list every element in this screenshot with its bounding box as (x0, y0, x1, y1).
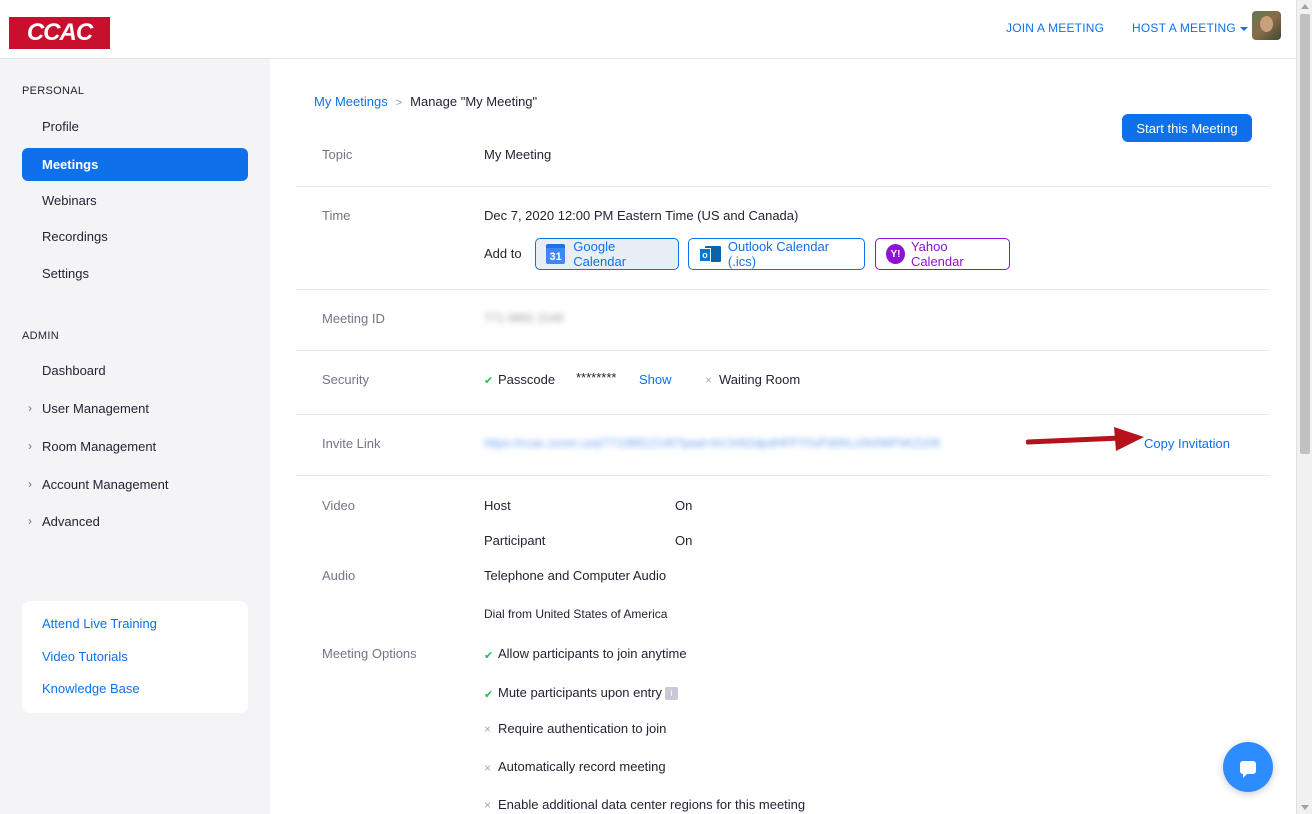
outlook-icon-text: o (699, 248, 711, 262)
passcode-value: ******** (576, 370, 617, 385)
host-video-label: Host (484, 498, 511, 513)
show-passcode-link[interactable]: Show (639, 372, 672, 387)
sidebar-item-label: Room Management (42, 439, 157, 454)
check-icon: ✔ (484, 650, 494, 662)
topic-label: Topic (322, 147, 353, 162)
breadcrumb-separator: > (395, 97, 403, 109)
audio-value: Telephone and Computer Audio (484, 568, 667, 583)
option-mute-on-entry: Mute participants upon entry i (498, 685, 679, 701)
main-content: My Meetings > Manage "My Meeting" Start th… (270, 59, 1296, 814)
sidebar-item-room-management[interactable]: › Room Management (22, 430, 248, 463)
yahoo-calendar-button[interactable]: Y! Yahoo Calendar (875, 238, 1010, 270)
option-require-auth: Require authentication to join (498, 721, 667, 736)
close-icon: × (705, 373, 713, 387)
attend-live-training-link[interactable]: Attend Live Training (42, 616, 157, 631)
invite-link-url[interactable]: https://ccac.zoom.us/j/77108912140?pwd=b… (484, 436, 940, 450)
section-label-admin: ADMIN (22, 330, 59, 342)
avatar[interactable] (1252, 11, 1281, 40)
option-data-center-regions: Enable additional data center regions fo… (498, 797, 806, 812)
sidebar-item-advanced[interactable]: › Advanced (22, 505, 248, 538)
passcode-label: Passcode (498, 372, 556, 387)
participant-video-value: On (675, 533, 693, 548)
breadcrumb-my-meetings[interactable]: My Meetings (314, 94, 388, 109)
meeting-id-label: Meeting ID (322, 311, 385, 326)
start-meeting-button[interactable]: Start this Meeting (1122, 114, 1252, 142)
red-arrow-annotation (1026, 427, 1144, 451)
sidebar-item-account-management[interactable]: › Account Management (22, 468, 248, 501)
close-icon: × (484, 761, 492, 775)
sidebar-item-dashboard[interactable]: Dashboard (22, 354, 248, 387)
outlook-calendar-label: Outlook Calendar (.ics) (727, 239, 830, 269)
sidebar-item-webinars[interactable]: Webinars (22, 184, 248, 217)
option-join-anytime: Allow participants to join anytime (498, 646, 687, 661)
scroll-down-arrow-icon[interactable] (1301, 805, 1309, 810)
google-calendar-button[interactable]: 31 Google Calendar (535, 238, 679, 270)
chevron-down-icon (1239, 26, 1248, 31)
chevron-right-icon: › (28, 514, 32, 528)
copy-invitation-link[interactable]: Copy Invitation (1144, 436, 1230, 451)
dial-from-text: Dial from United States of America (484, 607, 668, 621)
host-video-value: On (675, 498, 693, 513)
google-calendar-label: Google Calendar (573, 239, 627, 269)
host-meeting-label: HOST A MEETING (1132, 21, 1236, 35)
yahoo-icon: Y! (886, 244, 905, 264)
sidebar-item-settings[interactable]: Settings (22, 257, 248, 290)
chat-button[interactable] (1223, 742, 1273, 792)
waiting-room-label: Waiting Room (719, 372, 801, 387)
divider (296, 289, 1270, 290)
divider (296, 414, 1270, 415)
sidebar: PERSONAL Profile Meetings Webinars Recor… (0, 59, 270, 814)
close-icon: × (484, 798, 492, 812)
sidebar-item-meetings[interactable]: Meetings (22, 148, 248, 181)
divider (296, 350, 1270, 351)
topic-value: My Meeting (484, 147, 552, 162)
participant-video-label: Participant (484, 533, 546, 548)
video-label: Video (322, 498, 356, 513)
invite-link-label: Invite Link (322, 436, 381, 451)
info-icon[interactable]: i (665, 687, 679, 701)
host-meeting-link[interactable]: HOST A MEETING (1132, 21, 1248, 35)
breadcrumb-current: Manage "My Meeting" (410, 94, 538, 109)
chevron-right-icon: › (28, 401, 32, 415)
check-icon: ✔ (484, 375, 494, 387)
sidebar-item-label: Advanced (42, 514, 100, 529)
sidebar-item-label: Account Management (42, 477, 169, 492)
time-value: Dec 7, 2020 12:00 PM Eastern Time (US an… (484, 208, 799, 223)
top-header: CCAC JOIN A MEETING HOST A MEETING (0, 0, 1296, 59)
outlook-icon: o (699, 244, 721, 264)
sidebar-item-profile[interactable]: Profile (22, 110, 248, 143)
chevron-right-icon: › (28, 439, 32, 453)
close-icon: × (484, 722, 492, 736)
sidebar-item-user-management[interactable]: › User Management (22, 392, 248, 425)
meeting-id-value: 771 0891 2140 (484, 311, 565, 325)
option-mute-label: Mute participants upon entry (498, 685, 663, 700)
time-label: Time (322, 208, 351, 223)
video-tutorials-link[interactable]: Video Tutorials (42, 649, 128, 664)
chat-bubble-icon (1240, 760, 1256, 778)
join-meeting-link[interactable]: JOIN A MEETING (1006, 21, 1104, 35)
outlook-calendar-button[interactable]: o Outlook Calendar (.ics) (688, 238, 865, 270)
sidebar-item-recordings[interactable]: Recordings (22, 220, 248, 253)
help-links-box: Attend Live Training Video Tutorials Kno… (22, 601, 248, 713)
ccac-logo[interactable]: CCAC (9, 17, 110, 49)
option-auto-record: Automatically record meeting (498, 759, 666, 774)
check-icon: ✔ (484, 689, 494, 701)
divider (296, 186, 1270, 187)
audio-label: Audio (322, 568, 356, 583)
google-calendar-icon: 31 (546, 244, 566, 264)
yahoo-calendar-label: Yahoo Calendar (910, 239, 964, 269)
section-label-personal: PERSONAL (22, 85, 85, 97)
breadcrumb: My Meetings > Manage "My Meeting" (314, 94, 537, 109)
divider (296, 475, 1270, 476)
logo-text: CCAC (26, 19, 93, 46)
sidebar-item-label: User Management (42, 401, 149, 416)
vertical-scrollbar[interactable] (1296, 0, 1312, 814)
knowledge-base-link[interactable]: Knowledge Base (42, 681, 140, 696)
security-label: Security (322, 372, 369, 387)
add-to-label: Add to (484, 246, 522, 261)
meeting-options-label: Meeting Options (322, 646, 417, 661)
scroll-up-arrow-icon[interactable] (1301, 4, 1309, 9)
chevron-right-icon: › (28, 477, 32, 491)
scrollbar-thumb[interactable] (1300, 14, 1310, 454)
